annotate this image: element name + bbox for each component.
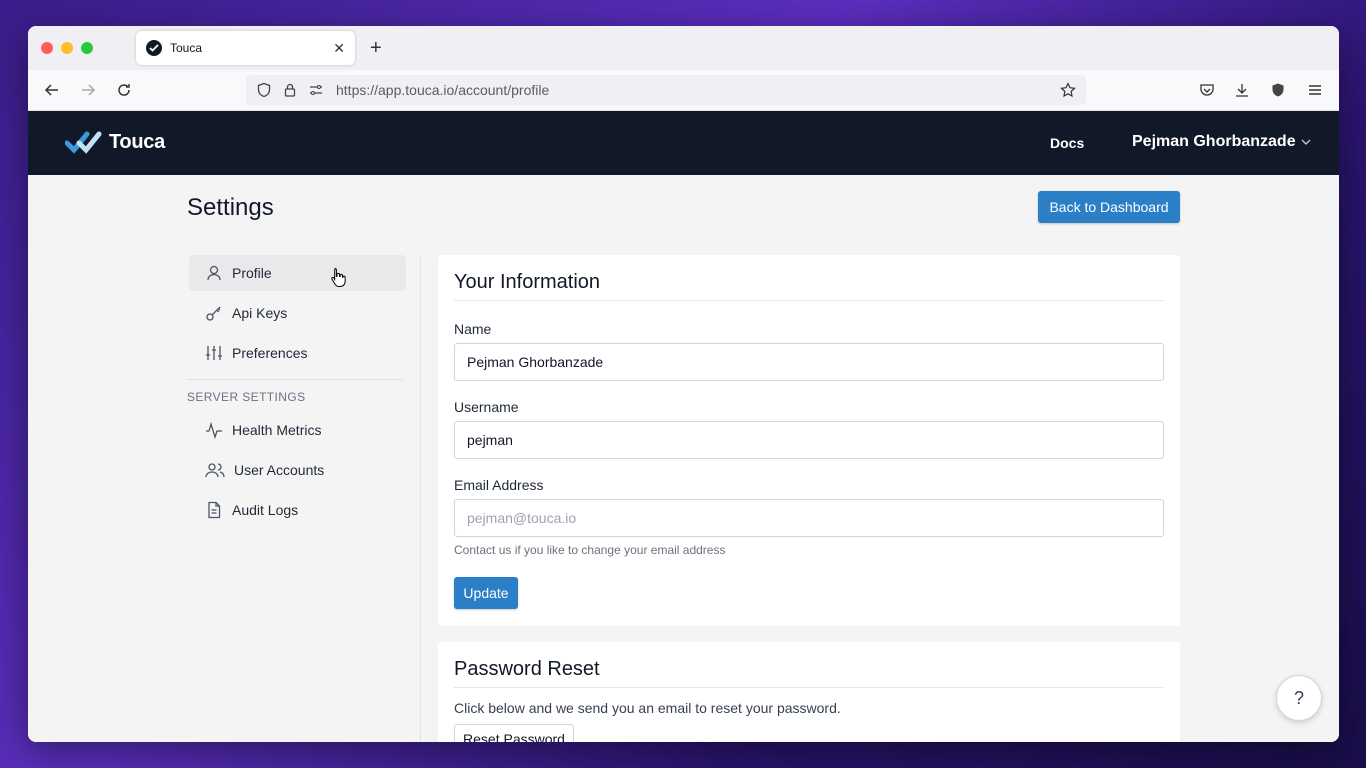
tab-strip: Touca ✕ + [28,26,1339,70]
url-bar[interactable]: https://app.touca.io/account/profile [246,75,1086,105]
sidebar-item-label: Api Keys [232,305,288,321]
server-settings-header: SERVER SETTINGS [187,390,306,404]
email-input: pejman@touca.io [454,499,1164,537]
reload-icon[interactable] [115,81,133,99]
settings-sidebar: Profile Api Keys Preferences SERVER SETT… [187,255,407,532]
card-title: Password Reset [454,658,1164,688]
back-arrow-icon[interactable] [43,81,61,99]
sidebar-item-label: Profile [232,265,272,281]
pocket-icon[interactable] [1198,81,1216,99]
card-title: Your Information [454,271,1164,301]
sidebar-item-api-keys[interactable]: Api Keys [189,295,406,331]
your-information-card: Your Information Name Pejman Ghorbanzade… [438,255,1180,626]
username-input[interactable]: pejman [454,421,1164,459]
sliders-icon [206,346,222,360]
minimize-window-button[interactable] [61,42,73,54]
maximize-window-button[interactable] [81,42,93,54]
key-icon [206,306,221,321]
username-label: Username [454,399,519,415]
url-text: https://app.touca.io/account/profile [336,82,550,98]
shield-icon[interactable] [256,82,272,98]
user-menu[interactable]: Pejman Ghorbanzade [1132,133,1312,151]
sidebar-item-user-accounts[interactable]: User Accounts [189,452,406,488]
back-to-dashboard-button[interactable]: Back to Dashboard [1038,191,1180,223]
lock-icon[interactable] [282,82,298,98]
sidebar-item-label: User Accounts [234,462,325,478]
tab-close-icon[interactable]: ✕ [333,40,345,57]
sidebar-item-label: Health Metrics [232,422,322,438]
app-header: Touca Docs Pejman Ghorbanzade [28,111,1339,175]
menu-hamburger-icon[interactable] [1306,81,1324,99]
close-window-button[interactable] [41,42,53,54]
users-icon [205,463,225,478]
document-icon [208,501,221,519]
sidebar-item-health-metrics[interactable]: Health Metrics [189,412,406,448]
user-name: Pejman Ghorbanzade [1132,133,1296,150]
browser-tab[interactable]: Touca ✕ [136,31,355,65]
sidebar-item-audit-logs[interactable]: Audit Logs [189,492,406,528]
email-help-text: Contact us if you like to change your em… [454,543,726,557]
logo-text: Touca [109,130,165,153]
hand-cursor-icon [331,268,346,287]
sidebar-item-profile[interactable]: Profile [189,255,406,291]
tab-title: Touca [170,41,203,55]
user-icon [207,265,221,281]
password-reset-description: Click below and we send you an email to … [454,700,841,716]
main-content: Settings Back to Dashboard Profile Api K… [28,175,1339,742]
reset-password-button[interactable]: Reset Password [454,724,574,742]
touca-logo[interactable]: Touca [65,130,165,154]
window-controls [41,42,93,54]
sidebar-item-label: Preferences [232,345,308,361]
touca-favicon-icon [146,40,162,56]
activity-icon [206,421,222,439]
password-reset-card: Password Reset Click below and we send y… [438,642,1180,742]
sidebar-divider [187,379,404,380]
touca-logo-icon [65,131,102,154]
forward-arrow-icon[interactable] [79,81,97,99]
ublock-shield-icon[interactable] [1269,81,1287,99]
sidebar-content-divider [420,255,421,742]
update-button[interactable]: Update [454,577,518,609]
chevron-down-icon [1301,139,1311,145]
sidebar-item-label: Audit Logs [232,502,299,518]
new-tab-icon[interactable]: + [370,38,382,58]
docs-link[interactable]: Docs [1050,135,1084,151]
browser-window: Touca ✕ + https://app.touca.io/account/p… [28,26,1339,742]
browser-toolbar: https://app.touca.io/account/profile [28,70,1339,111]
sidebar-item-preferences[interactable]: Preferences [189,335,406,371]
page-title: Settings [187,194,274,221]
email-label: Email Address [454,477,544,493]
help-button[interactable]: ? [1276,675,1322,721]
permissions-icon[interactable] [308,82,324,98]
name-input[interactable]: Pejman Ghorbanzade [454,343,1164,381]
bookmark-star-icon[interactable] [1060,82,1076,98]
name-label: Name [454,321,492,337]
downloads-icon[interactable] [1233,81,1251,99]
